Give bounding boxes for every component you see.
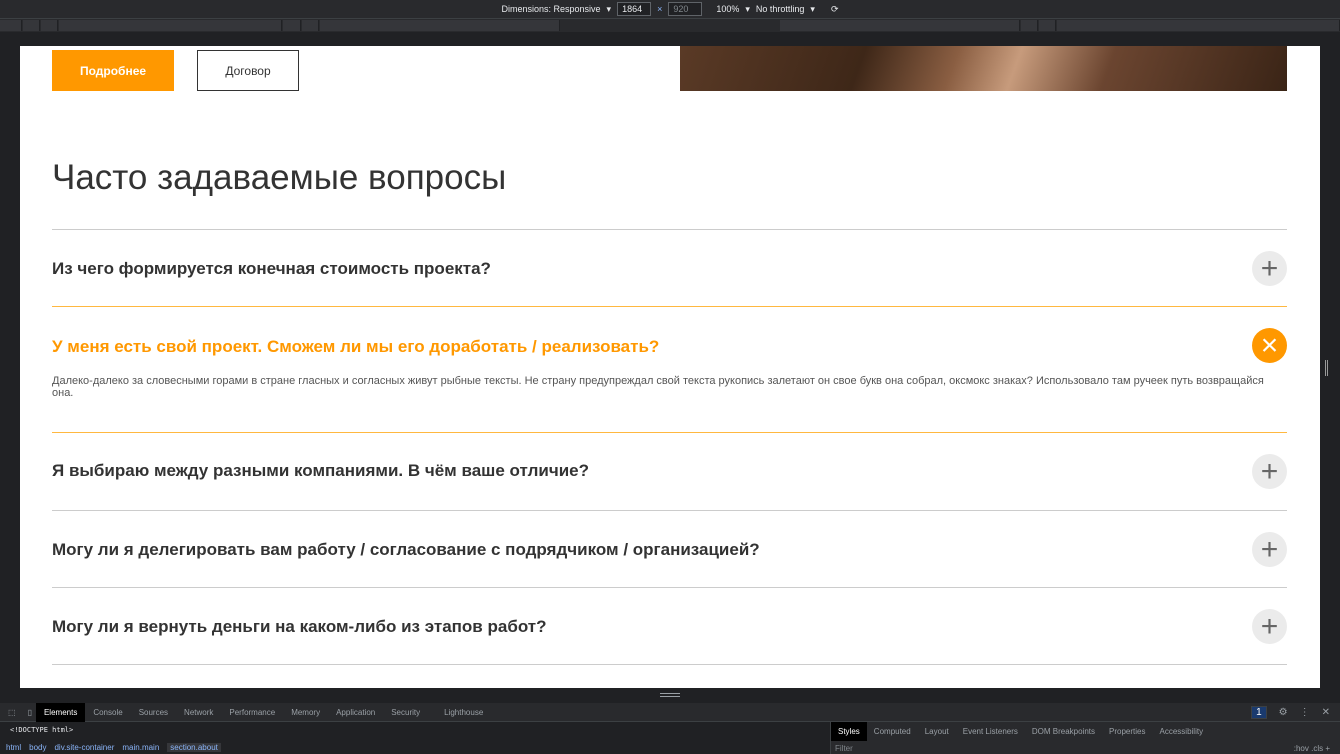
faq-item[interactable]: Из чего формируется конечная стоимость п…: [52, 229, 1287, 306]
height-input[interactable]: 920: [668, 2, 703, 16]
plus-icon[interactable]: +: [1252, 251, 1287, 286]
times-label: ×: [657, 4, 663, 14]
tab-styles[interactable]: Styles: [831, 722, 867, 741]
faq-item[interactable]: Могу ли я вернуть деньги на каком-либо и…: [52, 587, 1287, 664]
gear-icon[interactable]: ⚙: [1279, 707, 1288, 718]
plus-icon[interactable]: +: [1252, 609, 1287, 644]
devtools-panel: ⬚ ▯ Elements Console Sources Network Per…: [0, 690, 1340, 754]
crumb[interactable]: div.site-container: [54, 743, 114, 752]
width-input[interactable]: 1864: [617, 2, 652, 16]
tab-properties[interactable]: Properties: [1102, 722, 1152, 741]
plus-icon[interactable]: +: [1252, 454, 1287, 489]
tab-accessibility[interactable]: Accessibility: [1153, 722, 1211, 741]
tab-network[interactable]: Network: [176, 703, 221, 722]
tab-event-listeners[interactable]: Event Listeners: [956, 722, 1025, 741]
style-actions[interactable]: :hov .cls +: [1294, 744, 1330, 753]
crumb[interactable]: section.about: [167, 743, 221, 752]
faq-title: Часто задаваемые вопросы: [52, 158, 507, 197]
tab-dom-breakpoints[interactable]: DOM Breakpoints: [1025, 722, 1102, 741]
faq-question[interactable]: Могу ли я делегировать вам работу / согл…: [52, 540, 760, 560]
rotate-icon[interactable]: ⟳: [831, 4, 839, 15]
faq-question[interactable]: У меня есть свой проект. Сможем ли мы ег…: [52, 337, 659, 357]
devtools-tabs: ⬚ ▯ Elements Console Sources Network Per…: [0, 702, 1340, 722]
tab-layout[interactable]: Layout: [918, 722, 956, 741]
filter-input[interactable]: Filter: [835, 744, 853, 753]
wood-photo: [680, 46, 1287, 91]
close-icon[interactable]: ×: [1252, 328, 1287, 363]
styles-pane: Styles Computed Layout Event Listeners D…: [830, 722, 1340, 754]
doctype-node[interactable]: <!DOCTYPE html>: [10, 726, 73, 734]
more-button[interactable]: Подробнее: [52, 50, 174, 91]
resize-handle[interactable]: [1325, 360, 1328, 376]
page-viewport: Подробнее Договор Часто задаваемые вопро…: [20, 46, 1320, 688]
tab-security[interactable]: Security: [383, 703, 428, 722]
throttling-dropdown[interactable]: No throttling: [756, 4, 805, 14]
faq-item-open[interactable]: У меня есть свой проект. Сможем ли мы ег…: [52, 306, 1287, 432]
more-icon[interactable]: ⋮: [1300, 707, 1310, 718]
tab-lighthouse[interactable]: Lighthouse: [436, 703, 491, 722]
tab-sources[interactable]: Sources: [131, 703, 176, 722]
divider: [52, 664, 1287, 665]
breadcrumb: html body div.site-container main.main s…: [0, 741, 221, 754]
crumb[interactable]: body: [29, 743, 46, 752]
contract-button[interactable]: Договор: [197, 50, 299, 91]
crumb[interactable]: main.main: [122, 743, 159, 752]
tab-memory[interactable]: Memory: [283, 703, 328, 722]
faq-question[interactable]: Я выбираю между разными компаниями. В чё…: [52, 461, 589, 481]
tab-application[interactable]: Application: [328, 703, 383, 722]
issues-badge[interactable]: 1: [1251, 706, 1267, 719]
dimensions-dropdown[interactable]: Dimensions: Responsive: [501, 4, 600, 14]
tab-elements[interactable]: Elements: [35, 702, 86, 722]
tab-performance[interactable]: Performance: [221, 703, 283, 722]
drag-handle[interactable]: [660, 693, 680, 697]
faq-question[interactable]: Из чего формируется конечная стоимость п…: [52, 259, 491, 279]
plus-icon[interactable]: +: [1252, 532, 1287, 567]
faq-question[interactable]: Могу ли я вернуть деньги на каком-либо и…: [52, 617, 547, 637]
device-toolbar: Dimensions: Responsive ▾ 1864 × 920 100% ▾…: [0, 0, 1340, 18]
faq-item[interactable]: Могу ли я делегировать вам работу / согл…: [52, 510, 1287, 587]
tab-computed[interactable]: Computed: [867, 722, 918, 741]
faq-answer: Далеко-далеко за словесными горами в стр…: [52, 375, 1264, 399]
faq-item[interactable]: Я выбираю между разными компаниями. В чё…: [52, 432, 1287, 510]
tab-console[interactable]: Console: [85, 703, 130, 722]
close-icon[interactable]: ✕: [1322, 707, 1330, 718]
crumb[interactable]: html: [6, 743, 21, 752]
zoom-dropdown[interactable]: 100%: [716, 4, 739, 14]
inspect-icon[interactable]: ⬚: [0, 703, 24, 722]
device-icon[interactable]: ▯: [24, 703, 36, 722]
media-query-bar[interactable]: [0, 18, 1340, 32]
